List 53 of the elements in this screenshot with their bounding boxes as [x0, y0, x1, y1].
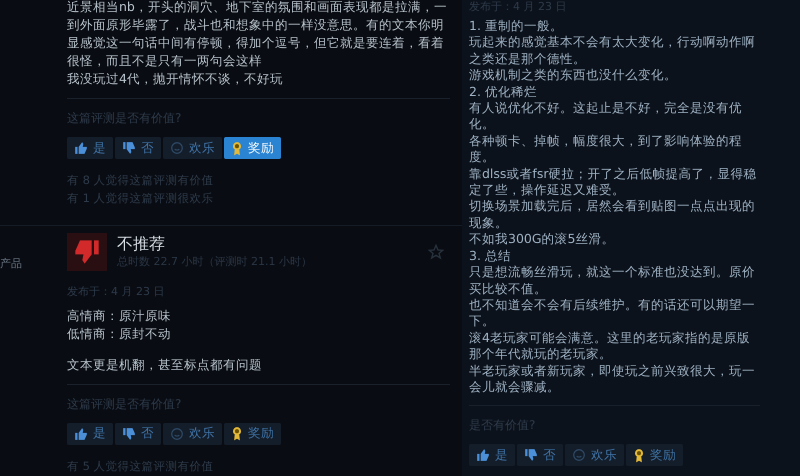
review-text: 近景相当nb，开头的洞穴、地下室的氛围和画面表现都是拉满，一到外面原形毕露了，战斗也和想象中的一样没意思。有的文本你明显感觉这一句话中间有停顿，得加个逗号，但它就是要连着，看着很怪，而且不是只有一两句会这样: [67, 0, 448, 70]
review-text: 只是想流畅丝滑玩，就这一个标准也没达到。原价买比较不值。: [469, 264, 756, 297]
review-text: 低情商：原封不动: [67, 324, 172, 342]
award-icon: [633, 448, 645, 463]
vote-button[interactable]: 欢乐: [163, 422, 222, 444]
thumbs-up-icon: [74, 141, 88, 155]
review-text: 不如我300G的滚5丝滑。: [469, 231, 616, 248]
review-text: 文本更是机翻，甚至标点都有问题: [67, 356, 263, 374]
posted-date: 发布于：4 月 23 日: [67, 284, 166, 300]
vote-button[interactable]: 是: [67, 422, 113, 444]
thumbs-down-icon: [122, 141, 136, 155]
review-text: 半老玩家或者新玩家，即使玩之前兴致很大，玩一会儿就会骤减。: [469, 362, 756, 396]
smiley-icon: [170, 141, 184, 155]
thumbs-up-icon: [74, 426, 88, 440]
review-text: 3. 总结: [469, 248, 512, 264]
review-text: 玩起来的感觉基本不会有太大变化，行动啊动作啊之类还是那个德性。: [469, 34, 756, 68]
review-text: 游戏机制之类的东西也没什么变化。: [469, 67, 678, 84]
vote-button[interactable]: 是: [67, 137, 113, 159]
helpful-count: 有 5 人觉得这篇评测有价值: [67, 458, 215, 474]
review-text: 高情商：原汁原味: [67, 306, 172, 324]
thumbs-down-badge: [67, 233, 107, 271]
helpful-count: 有 8 人觉得这篇评测有价值: [67, 172, 215, 189]
vote-button[interactable]: 奖励: [224, 422, 281, 444]
star-icon[interactable]: [428, 244, 444, 260]
award-icon: [231, 426, 243, 441]
vote-button[interactable]: 否: [115, 137, 161, 159]
vote-button[interactable]: 欢乐: [163, 137, 222, 159]
review-text: 切换场景加载完后，居然会看到贴图一点点出现的现象。: [469, 198, 756, 232]
helpful-count: 有 1 人觉得这篇评测很欢乐: [67, 190, 215, 207]
helpful-prompt: 这篇评测是否有价值?: [67, 396, 182, 412]
review-text: 各种顿卡、掉帧，幅度很大，到了影响体验的程度。: [469, 132, 743, 166]
review-text: 滚4老玩家可能会满意。这里的老玩家指的是原版那个年代就玩的老玩家。: [469, 330, 751, 363]
review-text: 也不知道会不会有后续维护。有的话还可以期望一下。: [469, 296, 756, 330]
vote-button[interactable]: 否: [115, 422, 161, 444]
review-text: 1. 重制的一般。: [469, 18, 564, 34]
review-text: 靠dlss或者fsr硬拉；开了之后低帧提高了，显得稳定了些，操作延迟又难受。: [469, 166, 758, 198]
thumbs-down-icon: [122, 426, 136, 440]
vote-button[interactable]: 否: [517, 444, 563, 466]
vote-button[interactable]: 是: [469, 444, 515, 466]
thumbs-down-icon: [524, 448, 538, 462]
vote-button[interactable]: 欢乐: [565, 444, 624, 466]
vote-button[interactable]: 奖励: [626, 444, 683, 466]
helpful-prompt: 这篇评测是否有价值?: [67, 110, 182, 127]
sidebar-label[interactable]: 产品: [0, 256, 22, 272]
verdict-title: 不推荐: [117, 234, 166, 254]
review-text: 我没玩过4代，抛开情怀不谈，不好玩: [67, 70, 284, 88]
thumbs-up-icon: [476, 448, 490, 462]
vote-button[interactable]: 奖励: [224, 137, 281, 159]
review-text: 有人说优化不好。这起止是不好，完全是没有优化。: [469, 100, 743, 133]
smiley-icon: [170, 426, 184, 440]
review-text: 2. 优化稀烂: [469, 84, 538, 100]
award-icon: [231, 140, 243, 156]
smiley-icon: [572, 448, 586, 462]
